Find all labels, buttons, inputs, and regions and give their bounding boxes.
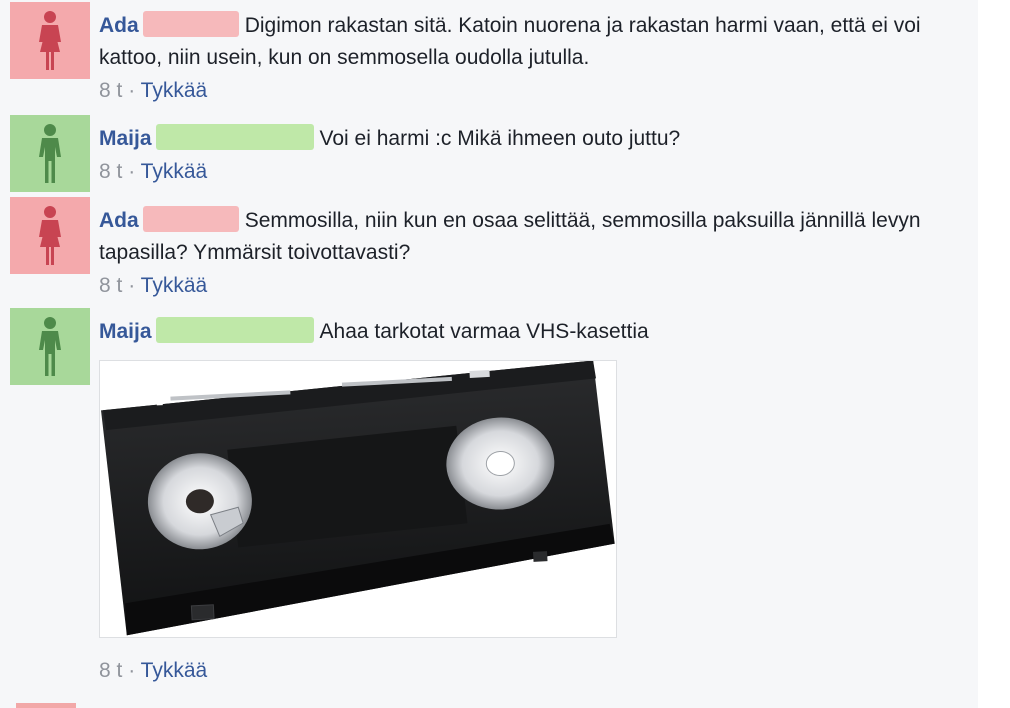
comment-author[interactable]: Ada [99,14,139,37]
comment-image-attachment[interactable] [99,360,617,638]
male-avatar-icon [39,316,61,376]
female-avatar-icon [39,10,61,70]
avatar[interactable] [10,197,90,274]
next-comment-avatar-edge [16,703,76,708]
redacted-surname [155,124,314,151]
avatar[interactable] [10,308,90,385]
like-link[interactable]: Tykkää [141,160,208,183]
comment-text: Ahaa tarkotat varmaa VHS-kasettia [319,320,649,343]
comment-body: Ada Semmosilla, niin kun en osaa selittää… [99,205,969,301]
male-avatar-icon [39,123,61,183]
comment-meta: 8 t · Tykkää [99,271,969,301]
comment-text: Voi ei harmi :c Mikä ihmeen outo juttu? [319,127,681,150]
comment-meta: 8 t · Tykkää [99,656,969,686]
female-avatar-icon [39,205,61,265]
comment-body: Ada Digimon rakastan sitä. Katoin nuorena… [99,10,969,106]
comment-time[interactable]: 8 t [99,274,122,297]
comment-meta: 8 t · Tykkää [99,157,969,187]
separator: · [122,659,141,682]
like-link[interactable]: Tykkää [141,274,208,297]
comment-body: Maija Ahaa tarkotat varmaa VHS-kasettia [99,316,969,686]
redacted-surname [142,206,239,233]
comment-time[interactable]: 8 t [99,160,122,183]
avatar[interactable] [10,2,90,79]
separator: · [122,274,141,297]
comment-author[interactable]: Ada [99,209,139,232]
vhs-cassette-image [101,361,615,636]
comment-author[interactable]: Maija [99,127,152,150]
like-link[interactable]: Tykkää [141,79,208,102]
avatar[interactable] [10,115,90,192]
separator: · [122,79,141,102]
comment-author[interactable]: Maija [99,320,152,343]
comment-thread: Ada Digimon rakastan sitä. Katoin nuorena… [0,0,978,708]
comment-meta: 8 t · Tykkää [99,76,969,106]
page-margin [978,0,1010,708]
comment-time[interactable]: 8 t [99,659,122,682]
redacted-surname [142,11,239,38]
comment-body: Maija Voi ei harmi :c Mikä ihmeen outo ju… [99,123,969,187]
separator: · [122,160,141,183]
like-link[interactable]: Tykkää [141,659,208,682]
redacted-surname [155,317,314,344]
comment-time[interactable]: 8 t [99,79,122,102]
